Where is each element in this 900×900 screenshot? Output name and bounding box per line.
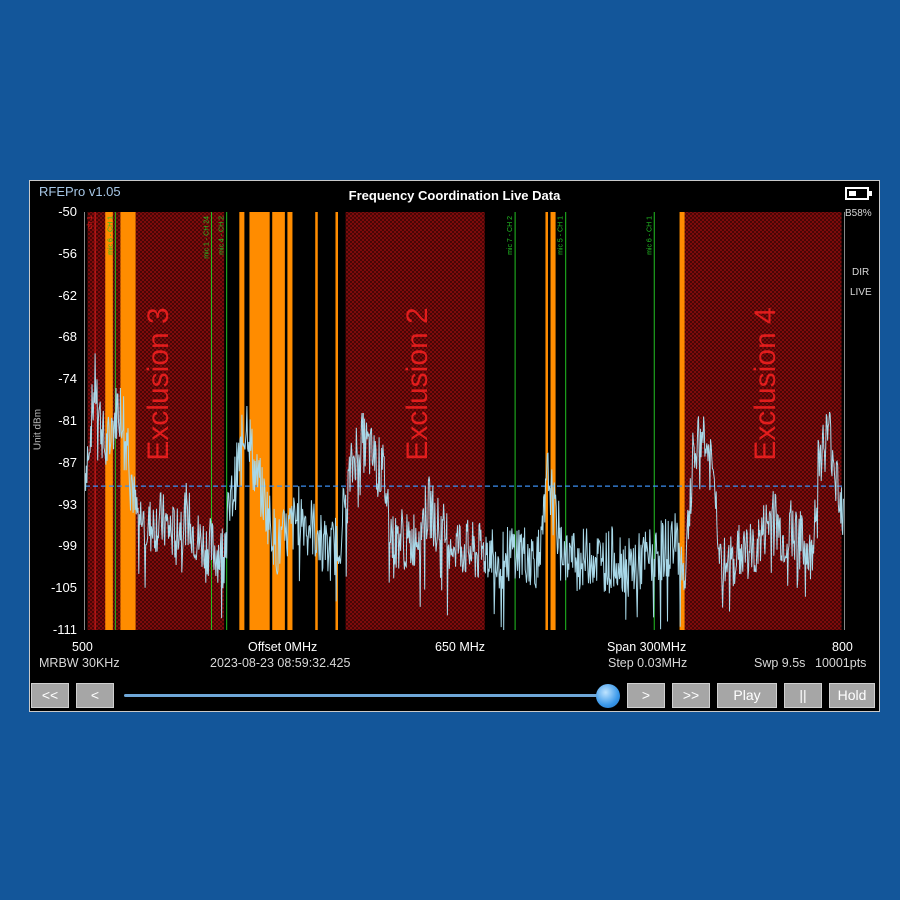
channel-marker-label: mic 6 - CH 1 xyxy=(107,216,114,255)
channel-marker-label: mic 5 - CH 1 xyxy=(558,216,565,255)
y-tick-label: -111 xyxy=(52,622,77,637)
y-tick-label: -99 xyxy=(58,538,77,554)
channel-marker-label: ch 1 xyxy=(87,216,94,229)
next-button[interactable]: > xyxy=(627,683,665,708)
sweep-readout: Swp 9.5s xyxy=(754,656,806,670)
playback-slider[interactable] xyxy=(124,694,609,697)
last-button[interactable]: >> xyxy=(672,683,710,708)
center-frequency: 650 MHz xyxy=(435,640,486,654)
channel-marker-label: mic 4 - CH 2 xyxy=(219,216,226,255)
active-band xyxy=(249,212,270,630)
y-tick-label: -68 xyxy=(58,329,77,345)
x-start-label: 500 xyxy=(72,640,93,654)
first-button[interactable]: << xyxy=(31,683,69,708)
channel-marker-label: mic 1 - CH 24 xyxy=(204,216,211,259)
battery-level: B58% xyxy=(845,208,872,219)
active-band xyxy=(545,212,548,630)
exclusion-label: Exclusion 4 xyxy=(749,307,782,460)
y-axis-label: Unit dBm xyxy=(32,408,44,451)
rbw-readout: MRBW 30KHz xyxy=(39,656,120,670)
active-band xyxy=(272,212,285,630)
play-button[interactable]: Play xyxy=(717,683,777,708)
y-tick-label: -56 xyxy=(58,245,77,261)
chart-title: Frequency Coordination Live Data xyxy=(348,188,561,203)
active-band xyxy=(550,212,556,630)
y-tick-label: -62 xyxy=(58,287,77,303)
points-readout: 10001pts xyxy=(815,656,867,670)
timestamp: 2023-08-23 08:59:32.425 xyxy=(210,656,351,670)
step-readout: Step 0.03MHz xyxy=(608,656,688,670)
active-band xyxy=(287,212,293,630)
battery-icon xyxy=(845,187,872,200)
live-indicator[interactable]: LIVE xyxy=(850,287,872,298)
y-tick-label: -50 xyxy=(58,204,77,219)
active-band xyxy=(315,212,318,630)
prev-button[interactable]: < xyxy=(76,683,114,708)
x-end-label: 800 xyxy=(832,640,853,654)
app-window: RFEPro v1.05 Frequency Coordination Live… xyxy=(29,180,880,712)
spectrum-svg: ch 1 mic 6 - CH 1 mic 1 - CH 24 mic 4 - CH … xyxy=(84,212,844,631)
channel-marker-label: mic 7 - CH 2 xyxy=(507,216,514,255)
y-tick-label: -74 xyxy=(58,371,77,387)
channel-marker-label: mic 6 - CH 1 xyxy=(646,216,653,255)
exclusion-label: Exclusion 3 xyxy=(142,307,175,460)
span-readout: Span 300MHz xyxy=(607,640,687,654)
spectrum-plot[interactable]: ch 1 mic 6 - CH 1 mic 1 - CH 24 mic 4 - CH … xyxy=(84,212,845,631)
pause-button[interactable]: || xyxy=(784,683,822,708)
slider-knob[interactable] xyxy=(596,684,620,708)
offset-readout: Offset 0MHz xyxy=(248,640,318,654)
exclusion-label: Exclusion 2 xyxy=(401,307,434,460)
y-tick-label: -93 xyxy=(58,496,77,512)
hold-button[interactable]: Hold xyxy=(829,683,875,708)
dir-indicator[interactable]: DIR xyxy=(852,267,869,278)
y-tick-label: -105 xyxy=(50,580,77,596)
